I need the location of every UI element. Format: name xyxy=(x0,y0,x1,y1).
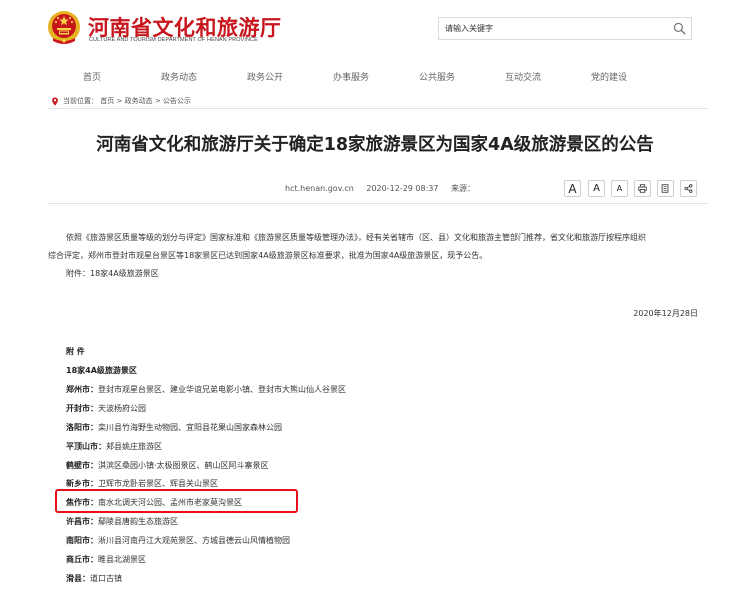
divider xyxy=(48,203,708,204)
city-name: 新乡市： xyxy=(66,479,98,488)
main-nav: 首页 政务动态 政务公开 办事服务 公共服务 互动交流 党的建设 xyxy=(0,70,750,86)
list-item: 鹤壁市：淇滨区桑园小镇·太极图景区、鹤山区阿斗寨景区 xyxy=(66,460,269,471)
spot-names: 栾川县竹海野生动物园、宜阳县花果山国家森林公园 xyxy=(98,423,282,432)
appendix-label-text: 附 件 xyxy=(66,347,85,356)
breadcrumb-separator: > xyxy=(116,97,123,105)
publish-datetime: 2020-12-29 08:37 xyxy=(366,184,439,193)
breadcrumb-label: 当前位置： xyxy=(63,97,98,105)
nav-item-interaction[interactable]: 互动交流 xyxy=(505,70,541,83)
city-name: 南阳市： xyxy=(66,536,98,545)
spot-names: 登封市观星台景区、建业华谊兄弟电影小镇、登封市大熊山仙人谷景区 xyxy=(98,385,346,394)
nav-item-public-services[interactable]: 公共服务 xyxy=(419,70,455,83)
search-box xyxy=(438,17,692,40)
location-pin-icon xyxy=(52,96,58,106)
font-small-button[interactable]: A xyxy=(611,180,628,197)
spot-names: 淅川县河南丹江大观苑景区、方城县德云山风情植物园 xyxy=(98,536,290,545)
city-name: 洛阳市： xyxy=(66,423,98,432)
city-name: 开封市： xyxy=(66,404,98,413)
appendix-title-text: 18家4A级旅游景区 xyxy=(66,366,137,375)
font-medium-button[interactable]: A xyxy=(588,180,605,197)
copy-icon xyxy=(661,184,669,193)
share-icon xyxy=(684,184,693,193)
source-label: 来源： xyxy=(451,184,476,193)
spot-names: 郏县姚庄旅游区 xyxy=(106,442,162,451)
list-item: 新乡市：卫辉市龙卧岩景区、辉县关山景区 xyxy=(66,478,218,489)
nav-item-public-affairs[interactable]: 政务公开 xyxy=(247,70,283,83)
search-icon[interactable] xyxy=(673,22,686,35)
spot-names: 淇滨区桑园小镇·太极图景区、鹤山区阿斗寨景区 xyxy=(98,461,269,470)
appendix-title: 18家4A级旅游景区 xyxy=(66,365,137,376)
spot-names: 睢县北湖景区 xyxy=(98,555,146,564)
list-item: 洛阳市：栾川县竹海野生动物园、宜阳县花果山国家森林公园 xyxy=(66,422,282,433)
spot-names: 鄢陵县唐韵生态旅游区 xyxy=(98,517,178,526)
font-large-button[interactable]: A xyxy=(564,180,581,197)
appendix-label: 附 件 xyxy=(66,346,85,357)
search-input[interactable] xyxy=(439,18,665,39)
source-site: hct.henan.gov.cn xyxy=(285,184,354,193)
breadcrumb-separator: > xyxy=(154,97,161,105)
city-name: 鹤壁市： xyxy=(66,461,98,470)
nav-item-news[interactable]: 政务动态 xyxy=(161,70,197,83)
divider xyxy=(48,108,708,109)
article-meta: hct.henan.gov.cn 2020-12-29 08:37 来源： xyxy=(285,183,485,194)
site-subtitle: CULTURE AND TOURISM DEPARTMENT OF HENAN … xyxy=(89,37,258,43)
list-item: 滑县：道口古镇 xyxy=(66,573,122,584)
print-icon xyxy=(638,184,647,193)
body-paragraph-line-1: 依照《旅游景区质量等级的划分与评定》国家标准和《旅游景区质量等级管理办法》，经有… xyxy=(66,233,646,242)
list-item: 郑州市：登封市观星台景区、建业华谊兄弟电影小镇、登封市大熊山仙人谷景区 xyxy=(66,384,346,395)
nav-item-party[interactable]: 党的建设 xyxy=(591,70,627,83)
national-emblem-logo xyxy=(48,11,80,44)
list-item: 许昌市：鄢陵县唐韵生态旅游区 xyxy=(66,516,178,527)
list-item: 平顶山市：郏县姚庄旅游区 xyxy=(66,441,162,452)
spot-names: 天波杨府公园 xyxy=(98,404,146,413)
share-button[interactable] xyxy=(680,180,697,197)
nav-item-services[interactable]: 办事服务 xyxy=(333,70,369,83)
article-title: 河南省文化和旅游厅关于确定18家旅游景区为国家4A级旅游景区的公告 xyxy=(96,135,654,155)
breadcrumb-announcements[interactable]: 公告公示 xyxy=(163,97,191,105)
highlight-box xyxy=(55,489,298,513)
breadcrumb-home[interactable]: 首页 xyxy=(100,97,114,105)
city-name: 许昌市： xyxy=(66,517,98,526)
city-name: 滑县： xyxy=(66,574,90,583)
attachment-note: 附件：18家4A级旅游景区 xyxy=(66,269,159,278)
city-name: 郑州市： xyxy=(66,385,98,394)
announcement-date: 2020年12月28日 xyxy=(633,309,698,318)
list-item: 南阳市：淅川县河南丹江大观苑景区、方城县德云山风情植物园 xyxy=(66,535,290,546)
breadcrumb-news[interactable]: 政务动态 xyxy=(125,97,153,105)
breadcrumb: 当前位置： 首页 > 政务动态 > 公告公示 xyxy=(51,96,191,106)
list-item: 开封市：天波杨府公园 xyxy=(66,403,146,414)
city-name: 平顶山市： xyxy=(66,442,106,451)
nav-item-home[interactable]: 首页 xyxy=(83,70,101,83)
body-paragraph-line-2: 综合评定，郑州市登封市观星台景区等18家景区已达到国家4A级旅游景区标准要求，批… xyxy=(48,251,488,260)
copy-button[interactable] xyxy=(657,180,674,197)
spot-names: 卫辉市龙卧岩景区、辉县关山景区 xyxy=(98,479,218,488)
city-name: 商丘市： xyxy=(66,555,98,564)
print-button[interactable] xyxy=(634,180,651,197)
spot-names: 道口古镇 xyxy=(90,574,122,583)
list-item: 商丘市：睢县北湖景区 xyxy=(66,554,146,565)
